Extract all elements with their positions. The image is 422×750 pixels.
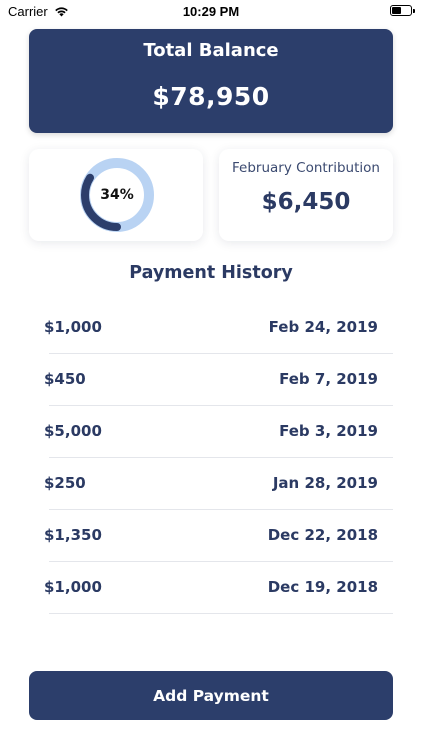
contribution-label: February Contribution <box>232 160 380 176</box>
payment-amount: $1,000 <box>44 578 102 596</box>
payment-row[interactable]: $1,000 Feb 24, 2019 <box>0 302 422 354</box>
total-balance-title: Total Balance <box>143 40 279 61</box>
payment-date: Feb 7, 2019 <box>279 370 378 388</box>
payment-amount: $450 <box>44 370 86 388</box>
payment-date: Feb 3, 2019 <box>279 422 378 440</box>
payment-amount: $5,000 <box>44 422 102 440</box>
payment-amount: $1,000 <box>44 318 102 336</box>
payment-history-list: $1,000 Feb 24, 2019 $450 Feb 7, 2019 $5,… <box>0 302 422 614</box>
progress-card: 34% <box>29 149 203 241</box>
payment-date: Dec 19, 2018 <box>267 578 378 596</box>
payment-row[interactable]: $250 Jan 28, 2019 <box>0 458 422 510</box>
status-time: 10:29 PM <box>182 4 240 19</box>
payment-amount: $1,350 <box>44 526 102 544</box>
status-bar: Carrier 10:29 PM <box>0 0 422 22</box>
payment-row[interactable]: $1,000 Dec 19, 2018 <box>0 562 422 614</box>
battery-icon <box>390 5 415 16</box>
total-balance-card: Total Balance $78,950 <box>29 29 393 133</box>
february-contribution-card: February Contribution $6,450 <box>219 149 393 241</box>
payment-row[interactable]: $5,000 Feb 3, 2019 <box>0 406 422 458</box>
payment-date: Jan 28, 2019 <box>272 474 378 492</box>
payment-amount: $250 <box>44 474 86 492</box>
payment-date: Dec 22, 2018 <box>267 526 378 544</box>
payment-history-title: Payment History <box>129 263 293 283</box>
add-payment-button[interactable]: Add Payment <box>29 671 393 720</box>
payment-row[interactable]: $450 Feb 7, 2019 <box>0 354 422 406</box>
contribution-value: $6,450 <box>261 189 351 215</box>
progress-percent-label: 34% <box>100 187 134 203</box>
payment-date: Feb 24, 2019 <box>268 318 378 336</box>
total-balance-value: $78,950 <box>152 82 270 111</box>
payment-row[interactable]: $1,350 Dec 22, 2018 <box>0 510 422 562</box>
